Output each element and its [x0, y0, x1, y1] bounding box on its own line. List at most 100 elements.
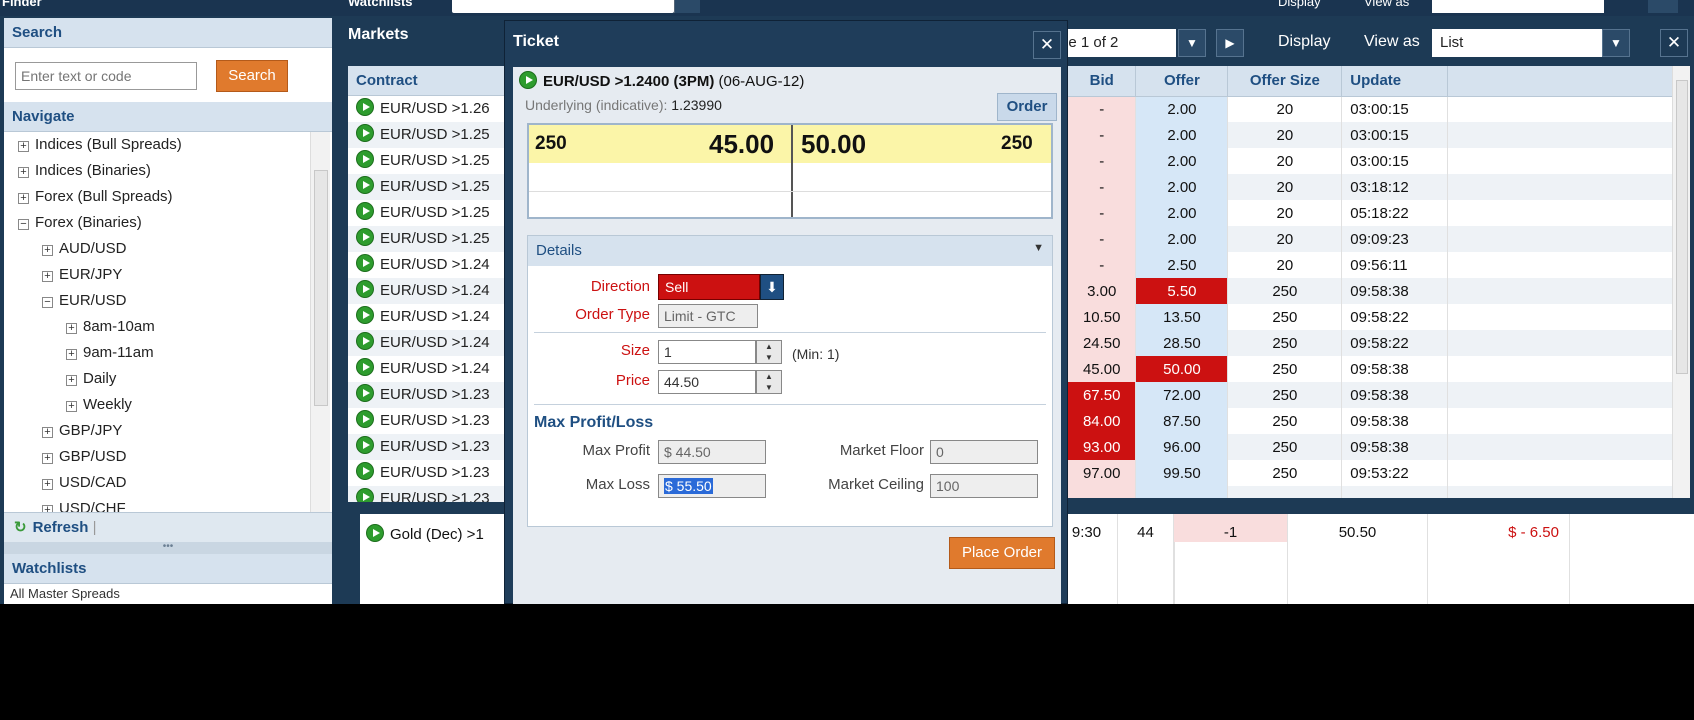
offer-cell[interactable]: 13.50: [1135, 304, 1229, 330]
next-page-button[interactable]: ▶: [1216, 29, 1244, 57]
bid-cell[interactable]: 24.50: [1068, 330, 1137, 356]
tree-node[interactable]: + USD/CAD: [4, 470, 310, 496]
offer-cell[interactable]: 5.50: [1135, 278, 1229, 304]
refresh-button[interactable]: ↻ Refresh |: [4, 512, 332, 542]
table-row[interactable]: 84.00 87.50 250 09:58:38: [1068, 408, 1684, 434]
tree-node[interactable]: + USD/CHF: [4, 496, 310, 512]
page-dropdown-button[interactable]: ▼: [1178, 29, 1206, 57]
direction-dropdown-icon[interactable]: ⬇: [760, 274, 784, 300]
expand-icon[interactable]: +: [66, 375, 77, 386]
market-row[interactable]: EUR/USD >1.23: [348, 486, 508, 502]
place-order-button[interactable]: Place Order: [949, 537, 1055, 569]
market-row[interactable]: EUR/USD >1.24: [348, 304, 508, 330]
tab-order[interactable]: Order: [997, 93, 1057, 121]
bid-cell[interactable]: -: [1068, 96, 1137, 122]
search-input[interactable]: [15, 62, 197, 90]
bid-cell[interactable]: 97.00: [1068, 460, 1137, 486]
table-row[interactable]: 67.50 72.00 250 09:58:38: [1068, 382, 1684, 408]
table-row[interactable]: 93.00 96.00 250 09:58:38: [1068, 434, 1684, 460]
grid-scrollbar[interactable]: [1672, 66, 1690, 498]
market-row[interactable]: EUR/USD >1.25: [348, 174, 508, 200]
offer-cell[interactable]: 2.00: [1135, 226, 1229, 252]
table-row[interactable]: 10.50 13.50 250 09:58:22: [1068, 304, 1684, 330]
table-row[interactable]: -2.00 20 03:18:12: [1068, 174, 1684, 200]
tree-node[interactable]: + GBP/USD: [4, 444, 310, 470]
tree-node[interactable]: +8am-10am: [4, 314, 310, 340]
table-row[interactable]: -2.00 20 05:18:22: [1068, 200, 1684, 226]
size-input[interactable]: 1: [658, 340, 756, 364]
close-ticket-button[interactable]: ✕: [1033, 31, 1061, 59]
bid-cell[interactable]: 3.00: [1068, 278, 1137, 304]
market-row[interactable]: EUR/USD >1.24: [348, 330, 508, 356]
contract-column-header[interactable]: Contract: [348, 66, 508, 96]
expand-icon[interactable]: +: [18, 193, 29, 204]
tree-node[interactable]: + Indices (Bull Spreads): [4, 132, 310, 158]
market-row[interactable]: EUR/USD >1.25: [348, 226, 508, 252]
offer-cell[interactable]: 96.00: [1135, 434, 1229, 460]
table-row[interactable]: 97.00 99.50 250 09:53:22: [1068, 460, 1684, 486]
position-row[interactable]: 9:30 44 -1 50.50 $ - 6.50: [1056, 514, 1694, 604]
expand-icon[interactable]: +: [18, 141, 29, 152]
market-row[interactable]: EUR/USD >1.24: [348, 356, 508, 382]
update-column-header[interactable]: Update: [1341, 66, 1449, 97]
table-row[interactable]: [1068, 486, 1684, 498]
offer-cell[interactable]: 2.00: [1135, 148, 1229, 174]
bid-cell[interactable]: -: [1068, 252, 1137, 278]
expand-icon[interactable]: +: [42, 453, 53, 464]
offer-cell[interactable]: 2.00: [1135, 96, 1229, 122]
expand-icon[interactable]: +: [42, 479, 53, 490]
offer-price-button[interactable]: 50.00: [801, 129, 866, 160]
market-row[interactable]: EUR/USD >1.23: [348, 408, 508, 434]
offer-cell[interactable]: 50.00: [1135, 356, 1229, 382]
table-row[interactable]: 45.00 50.00 250 09:58:38: [1068, 356, 1684, 382]
market-row[interactable]: EUR/USD >1.24: [348, 252, 508, 278]
bid-cell[interactable]: -: [1068, 174, 1137, 200]
bid-price-button[interactable]: 45.00: [709, 129, 774, 160]
bid-cell[interactable]: -: [1068, 122, 1137, 148]
expand-icon[interactable]: +: [66, 401, 77, 412]
tree-node[interactable]: + GBP/JPY: [4, 418, 310, 444]
watchlist-select-top[interactable]: [452, 0, 674, 13]
grid-scrollbar-thumb[interactable]: [1676, 80, 1688, 374]
table-row[interactable]: 3.00 5.50 250 09:58:38: [1068, 278, 1684, 304]
bid-cell[interactable]: 84.00: [1068, 408, 1137, 434]
max-loss-field[interactable]: $ 55.50: [658, 474, 766, 498]
tree-node[interactable]: + Weekly: [4, 392, 310, 418]
view-as-select-top[interactable]: [1432, 0, 1604, 13]
offer-size-column-header[interactable]: Offer Size: [1227, 66, 1343, 97]
offer-cell[interactable]: 28.50: [1135, 330, 1229, 356]
market-row[interactable]: EUR/USD >1.26: [348, 96, 508, 122]
table-row[interactable]: 24.50 28.50 250 09:58:22: [1068, 330, 1684, 356]
expand-icon[interactable]: +: [42, 271, 53, 282]
price-input[interactable]: 44.50: [658, 370, 756, 394]
offer-cell[interactable]: 99.50: [1135, 460, 1229, 486]
table-row[interactable]: -2.00 20 09:09:23: [1068, 226, 1684, 252]
watchlist-select[interactable]: All Master Spreads: [4, 584, 332, 604]
bid-cell[interactable]: [1068, 486, 1137, 498]
details-header[interactable]: Details ▼: [528, 236, 1052, 266]
offer-cell[interactable]: 72.00: [1135, 382, 1229, 408]
tree-node[interactable]: − Forex (Binaries): [4, 210, 310, 236]
table-row[interactable]: -2.00 20 03:00:15: [1068, 122, 1684, 148]
table-row[interactable]: -2.50 20 09:56:11: [1068, 252, 1684, 278]
expand-icon[interactable]: +: [42, 245, 53, 256]
bid-cell[interactable]: -: [1068, 226, 1137, 252]
position-contract-cell[interactable]: Gold (Dec) >1: [360, 514, 506, 604]
market-row[interactable]: EUR/USD >1.25: [348, 200, 508, 226]
tree-node[interactable]: + Forex (Bull Spreads): [4, 184, 310, 210]
tree-node[interactable]: + EUR/JPY: [4, 262, 310, 288]
offer-cell[interactable]: 87.50: [1135, 408, 1229, 434]
offer-cell[interactable]: 2.00: [1135, 122, 1229, 148]
direction-select[interactable]: Sell: [658, 274, 760, 300]
view-as-select[interactable]: List: [1432, 29, 1602, 57]
size-stepper[interactable]: ▲ ▼: [756, 340, 782, 364]
offer-cell[interactable]: [1135, 486, 1229, 498]
expand-icon[interactable]: +: [42, 427, 53, 438]
market-row[interactable]: EUR/USD >1.25: [348, 122, 508, 148]
search-button[interactable]: Search: [216, 60, 288, 92]
display-button[interactable]: Display: [1278, 33, 1330, 51]
bid-cell[interactable]: 45.00: [1068, 356, 1137, 382]
tree-node[interactable]: + Daily: [4, 366, 310, 392]
market-row[interactable]: EUR/USD >1.24: [348, 278, 508, 304]
expand-icon[interactable]: +: [66, 349, 77, 360]
